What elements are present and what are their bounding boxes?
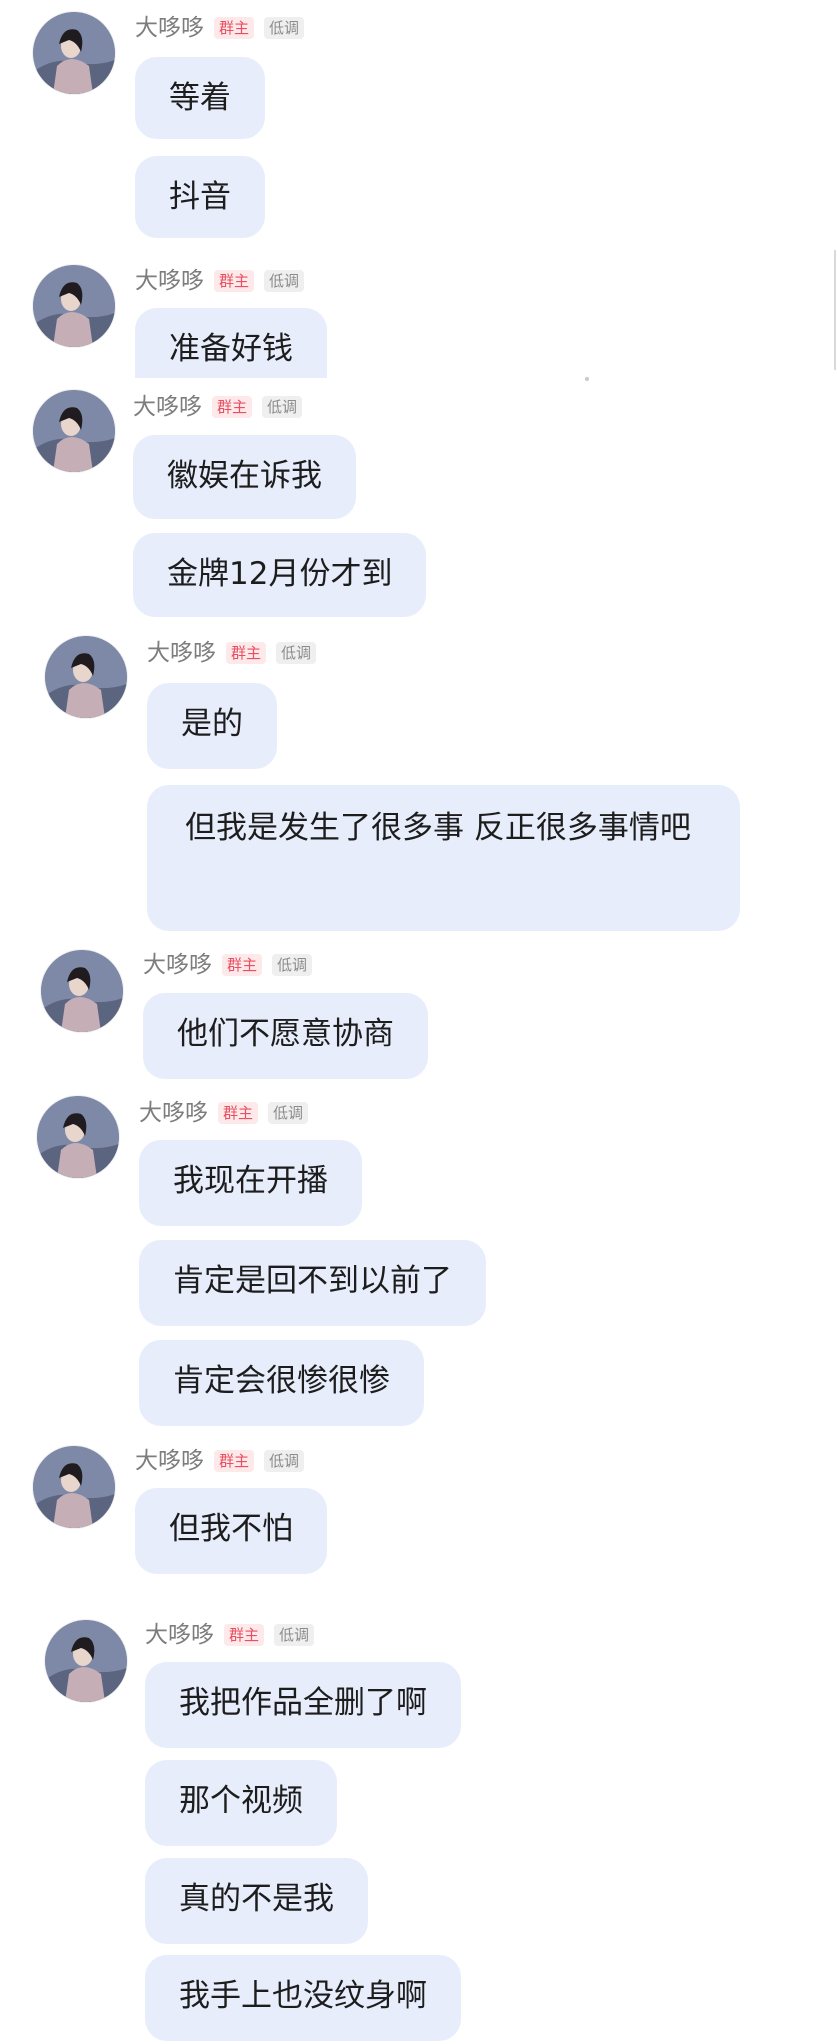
avatar[interactable] — [33, 265, 115, 347]
low-profile-badge: 低调 — [264, 17, 305, 39]
low-profile-badge: 低调 — [264, 1450, 305, 1472]
sender-name[interactable]: 大哆哆 — [133, 392, 202, 422]
profile-photo-icon — [33, 390, 115, 472]
message-bubble[interactable]: 但我不怕 — [135, 1488, 327, 1574]
message-bubble[interactable]: 我把作品全删了啊 — [145, 1662, 461, 1748]
sender-name[interactable]: 大哆哆 — [139, 1098, 208, 1128]
message-bubble[interactable]: 准备好钱 — [135, 308, 327, 378]
avatar[interactable] — [33, 390, 115, 472]
message-bubble[interactable]: 那个视频 — [145, 1760, 337, 1846]
avatar[interactable] — [33, 12, 115, 94]
sender-meta: 大哆哆 群主 低调 — [135, 13, 305, 43]
profile-photo-icon — [33, 12, 115, 94]
message-bubble[interactable]: 肯定会很惨很惨 — [139, 1340, 424, 1426]
avatar[interactable] — [33, 1446, 115, 1528]
message-bubble[interactable]: 他们不愿意协商 — [143, 993, 428, 1079]
message-bubble[interactable]: 我手上也没纹身啊 — [145, 1955, 461, 2041]
message-bubble[interactable]: 等着 — [135, 57, 265, 139]
sender-name[interactable]: 大哆哆 — [135, 13, 204, 43]
profile-photo-icon — [37, 1096, 119, 1178]
owner-badge: 群主 — [214, 270, 255, 292]
owner-badge: 群主 — [212, 396, 253, 418]
sender-name[interactable]: 大哆哆 — [145, 1620, 214, 1650]
low-profile-badge: 低调 — [268, 1102, 309, 1124]
edge-mark — [834, 250, 836, 370]
message-bubble[interactable]: 抖音 — [135, 156, 265, 238]
low-profile-badge: 低调 — [262, 396, 303, 418]
message-bubble[interactable]: 真的不是我 — [145, 1858, 368, 1944]
message-bubble[interactable]: 肯定是回不到以前了 — [139, 1240, 486, 1326]
owner-badge: 群主 — [222, 954, 263, 976]
message-bubble[interactable]: 但我是发生了很多事 反正很多事情吧 — [147, 785, 740, 931]
profile-photo-icon — [45, 1620, 127, 1702]
message-bubble[interactable]: 徽娱在诉我 — [133, 435, 356, 519]
owner-badge: 群主 — [214, 17, 255, 39]
avatar[interactable] — [41, 950, 123, 1032]
avatar[interactable] — [45, 1620, 127, 1702]
message-bubble[interactable]: 是的 — [147, 683, 277, 769]
sender-name[interactable]: 大哆哆 — [143, 950, 212, 980]
profile-photo-icon — [45, 636, 127, 718]
sender-meta: 大哆哆 群主 低调 — [135, 266, 305, 296]
sender-meta: 大哆哆 群主 低调 — [143, 950, 313, 980]
message-bubble[interactable]: 金牌12月份才到 — [133, 533, 427, 617]
sender-name[interactable]: 大哆哆 — [135, 1446, 204, 1476]
sender-name[interactable]: 大哆哆 — [147, 638, 216, 668]
sender-meta: 大哆哆 群主 低调 — [147, 638, 317, 668]
sender-meta: 大哆哆 群主 低调 — [135, 1446, 305, 1476]
owner-badge: 群主 — [226, 642, 267, 664]
profile-photo-icon — [33, 1446, 115, 1528]
owner-badge: 群主 — [224, 1624, 265, 1646]
sender-meta: 大哆哆 群主 低调 — [139, 1098, 309, 1128]
sender-name[interactable]: 大哆哆 — [135, 266, 204, 296]
profile-photo-icon — [41, 950, 123, 1032]
profile-photo-icon — [33, 265, 115, 347]
sender-meta: 大哆哆 群主 低调 — [145, 1620, 315, 1650]
message-bubble[interactable]: 我现在开播 — [139, 1140, 362, 1226]
low-profile-badge: 低调 — [274, 1624, 315, 1646]
stray-dot — [585, 377, 589, 381]
sender-meta: 大哆哆 群主 低调 — [133, 392, 303, 422]
low-profile-badge: 低调 — [272, 954, 313, 976]
owner-badge: 群主 — [214, 1450, 255, 1472]
low-profile-badge: 低调 — [264, 270, 305, 292]
owner-badge: 群主 — [218, 1102, 259, 1124]
avatar[interactable] — [37, 1096, 119, 1178]
low-profile-badge: 低调 — [276, 642, 317, 664]
screenshot-seam — [0, 378, 837, 384]
avatar[interactable] — [45, 636, 127, 718]
